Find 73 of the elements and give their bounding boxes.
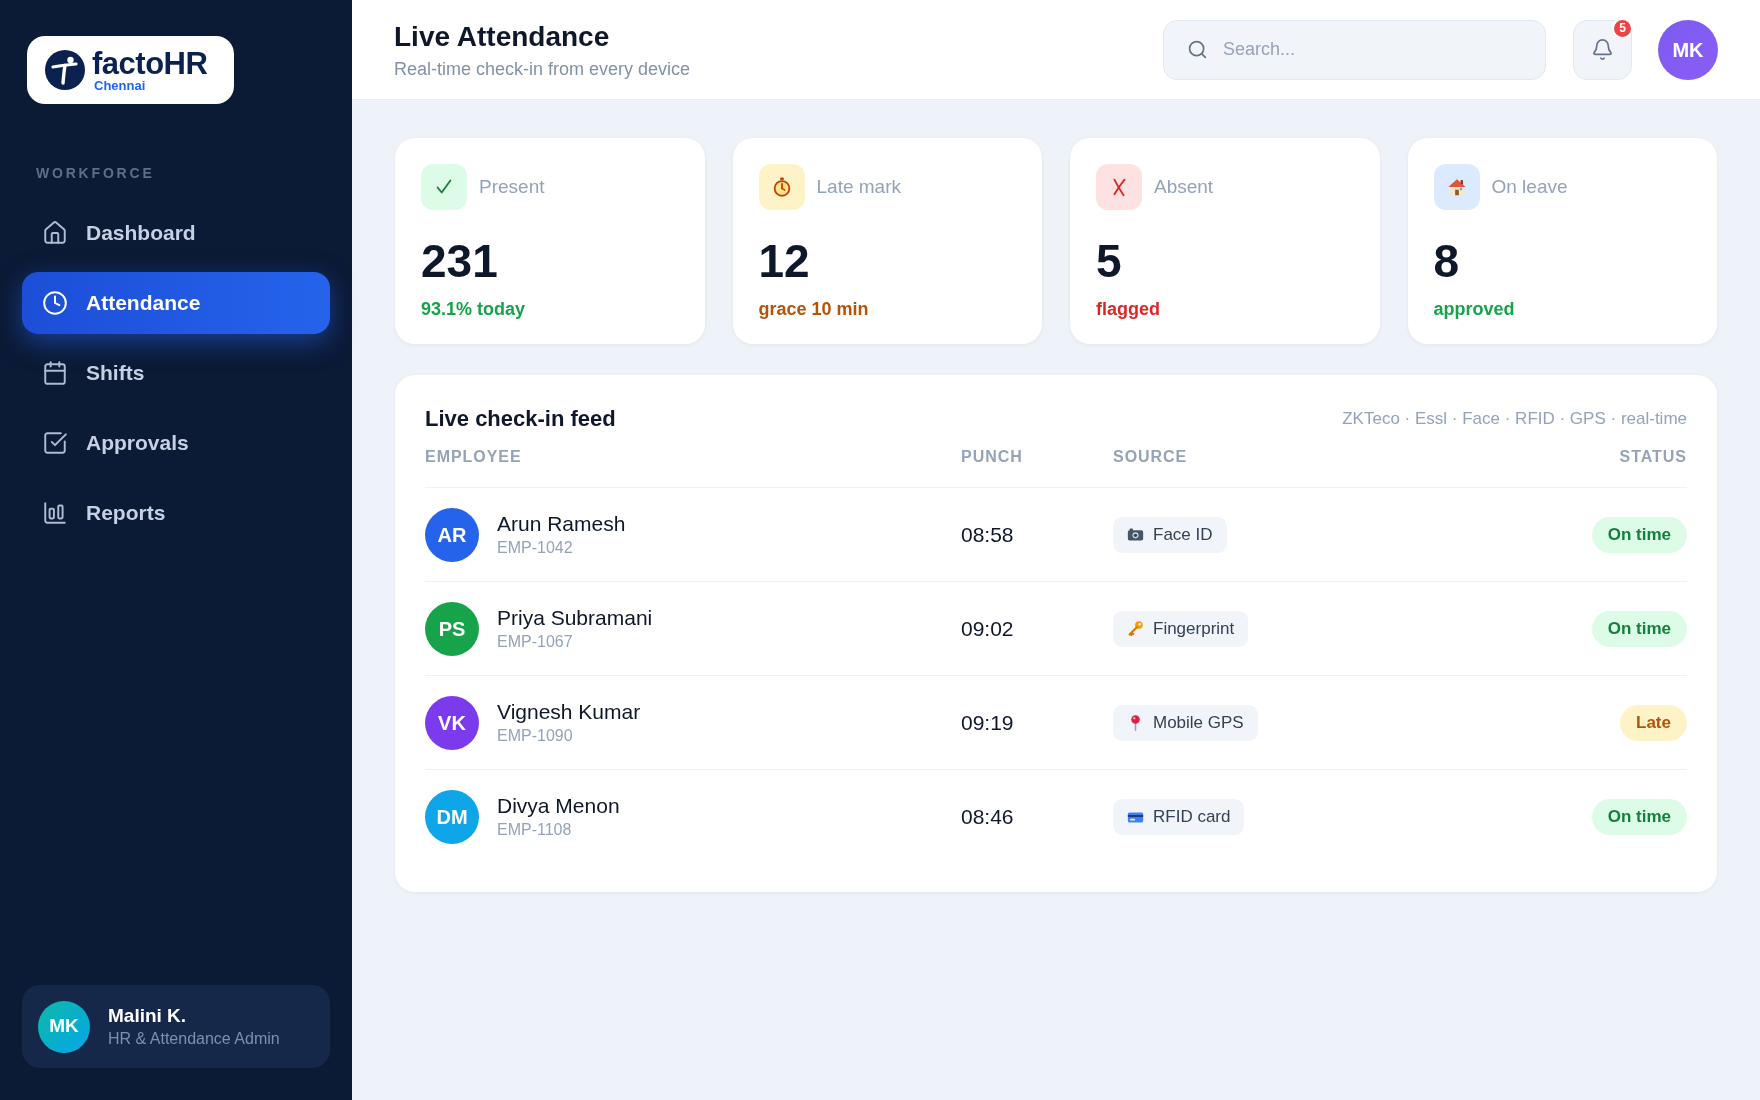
stat-value: 5 [1096,238,1123,284]
nav-item[interactable]: Dashboard [22,202,330,264]
calendar-icon [42,360,68,386]
punch-time: 08:58 [961,521,1014,548]
column-header: EMPLOYEE [425,447,522,467]
stopwatch-icon [758,164,805,210]
stat-label: Late mark [816,174,901,199]
column-header: STATUS [1619,447,1687,467]
source-label: Mobile GPS [1153,711,1244,734]
source-label: RFID card [1153,806,1231,829]
status-pill: On time [1591,610,1687,647]
user-role: HR & Attendance Admin [108,1028,280,1049]
punch-time: 09:02 [961,615,1014,642]
stat-note: approved [1433,298,1516,320]
employee-name: Divya Menon [497,793,620,819]
clock-icon [42,290,68,316]
page-title: Live Attendance [394,19,611,54]
stat-value: 231 [421,238,499,284]
sources-caption: ZKTeco · Essl · Face · RFID · GPS · real-time [1342,408,1687,431]
feed-title: Live check-in feed [425,405,616,433]
stat-label: Present [479,174,545,199]
status-pill: On time [1591,799,1687,835]
check-icon [421,164,467,210]
search-icon [1187,39,1208,60]
punch-time: 09:19 [961,709,1014,736]
stat-note: flagged [1096,298,1161,320]
source-label: Fingerprint [1153,617,1235,640]
notification-count-badge: 5 [1612,17,1633,39]
nav-item[interactable]: Approvals [22,412,330,474]
user-name: Malini K. [108,1003,188,1028]
notifications-button[interactable]: 5 [1573,19,1632,80]
page-subtitle: Real-time check-in from every device [394,57,691,80]
home-icon [42,220,68,246]
employee-id: EMP-1067 [497,631,574,652]
nav-item[interactable]: Attendance [22,272,330,334]
user-avatar: MK [38,1000,90,1053]
search-field[interactable]: Search... [1163,19,1546,80]
profile-avatar[interactable]: MK [1658,19,1718,80]
employee-avatar: VK [425,695,479,750]
punch-time: 08:46 [961,804,1014,831]
source-label: Face ID [1153,523,1213,546]
stat-value: 8 [1433,238,1461,284]
employee-avatar: AR [425,507,479,562]
stat-note: grace 10 min [758,298,870,320]
camera-icon [1127,526,1144,543]
bar-chart-icon [42,500,68,526]
status-pill: Late [1620,704,1687,741]
employee-avatar: PS [425,601,479,656]
employee-name: Priya Subramani [497,604,653,631]
logo-wordmark: factoHR [92,48,208,79]
employee-id: EMP-1108 [497,820,573,840]
employee-avatar: DM [425,790,479,844]
checkbox-icon [42,430,68,456]
employee-name: Arun Ramesh [497,510,626,537]
cross-icon [1096,164,1142,210]
stat-label: On leave [1491,174,1568,199]
house-icon [1433,164,1480,210]
logo-location: Chennai [94,78,147,92]
bell-icon [1591,38,1614,61]
status-pill: On time [1591,516,1687,553]
column-header: SOURCE [1113,447,1188,467]
employee-name: Vignesh Kumar [497,698,641,725]
column-header: PUNCH [961,447,1023,467]
stat-label: Absent [1154,174,1214,199]
key-icon [1127,620,1144,637]
logo-figure-icon [45,50,85,90]
employee-id: EMP-1090 [497,725,574,746]
nav-item[interactable]: Reports [22,482,330,544]
employee-id: EMP-1042 [497,537,574,558]
section-label: WORKFORCE [36,164,156,182]
nav-item[interactable]: Shifts [22,342,330,404]
stat-note: 93.1% today [421,298,527,320]
stat-value: 12 [758,238,811,284]
